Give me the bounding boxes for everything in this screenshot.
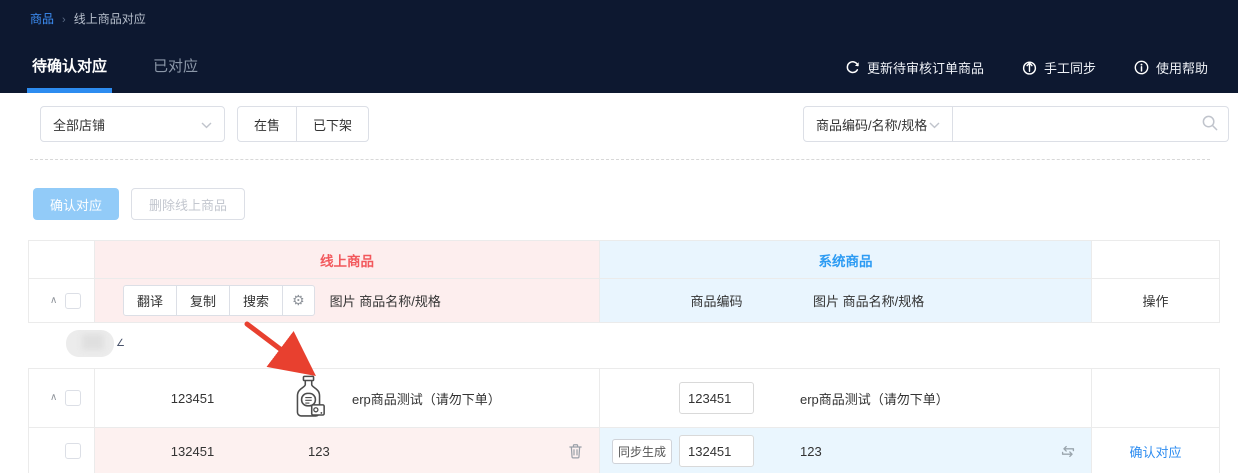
system-image-name-header: 图片 商品名称/规格 bbox=[755, 291, 1091, 310]
online-sub-header: 翻译 复制 搜索 ⚙ 图片 商品名称/规格 bbox=[95, 279, 600, 322]
refresh-pending-orders-button[interactable]: 更新待审核订单商品 bbox=[845, 58, 984, 77]
system-product-name: 123 bbox=[755, 444, 1049, 459]
search-field-value: 商品编码/名称/规格 bbox=[816, 115, 927, 134]
system-product-name: erp商品测试（请勿下单） bbox=[755, 389, 1049, 408]
filter-off-shelf-button[interactable]: 已下架 bbox=[296, 107, 368, 141]
copy-button[interactable]: 复制 bbox=[176, 286, 229, 315]
confirm-mapping-link[interactable]: 确认对应 bbox=[1129, 442, 1181, 461]
gear-icon[interactable]: ⚙ bbox=[282, 286, 314, 315]
help-button[interactable]: 使用帮助 bbox=[1134, 58, 1208, 77]
topbar: 商品 › 线上商品对应 待确认对应 已对应 更新待审核订单商品 手工同步 bbox=[0, 0, 1238, 93]
page: 商品 › 线上商品对应 待确认对应 已对应 更新待审核订单商品 手工同步 bbox=[0, 0, 1238, 473]
row2-select-cell: ∧ bbox=[28, 428, 95, 473]
manual-sync-icon bbox=[1022, 60, 1037, 75]
shop-group-label: ∠ bbox=[66, 329, 125, 357]
filter-on-sale-button[interactable]: 在售 bbox=[238, 107, 296, 141]
group-header-row: 线上商品 系统商品 bbox=[28, 241, 1220, 279]
row1-select-cell: ∧ bbox=[28, 369, 95, 427]
collapse-all-caret[interactable]: ∧ bbox=[50, 296, 57, 306]
group-header-first-cell bbox=[28, 241, 95, 278]
chevron-down-icon bbox=[201, 117, 212, 132]
trash-icon[interactable] bbox=[568, 443, 599, 459]
system-sub-header: 商品编码 图片 商品名称/规格 bbox=[600, 279, 1092, 322]
tab-mapped[interactable]: 已对应 bbox=[151, 55, 200, 93]
info-icon bbox=[1134, 60, 1149, 75]
online-product-name: 123 bbox=[308, 444, 330, 459]
row2-system-section: 同步生成 123 bbox=[600, 428, 1092, 473]
confirm-mapping-button[interactable]: 确认对应 bbox=[33, 188, 119, 220]
online-product-code: 132451 bbox=[95, 444, 290, 459]
table-body: ∧ 123451 bbox=[28, 368, 1220, 473]
search-input[interactable] bbox=[953, 106, 1229, 142]
select-all-cell: ∧ bbox=[28, 279, 95, 322]
online-product-group-header: 线上商品 bbox=[95, 241, 600, 278]
table-row: ∧ 132451 123 同步生成 123 bbox=[28, 428, 1220, 473]
search-box bbox=[953, 106, 1229, 142]
select-all-checkbox[interactable] bbox=[65, 293, 81, 309]
breadcrumb: 商品 › 线上商品对应 bbox=[30, 10, 146, 27]
manual-sync-button[interactable]: 手工同步 bbox=[1022, 58, 1096, 77]
sale-status-filter: 在售 已下架 bbox=[237, 106, 369, 142]
refresh-label: 更新待审核订单商品 bbox=[867, 58, 984, 77]
tab-bar: 待确认对应 已对应 bbox=[30, 55, 242, 93]
system-product-group-header: 系统商品 bbox=[600, 241, 1092, 278]
breadcrumb-current: 线上商品对应 bbox=[74, 12, 146, 26]
topbar-actions: 更新待审核订单商品 手工同步 使用帮助 bbox=[845, 58, 1208, 77]
breadcrumb-separator: › bbox=[62, 14, 66, 26]
help-label: 使用帮助 bbox=[1156, 58, 1208, 77]
tab-pending-mapping[interactable]: 待确认对应 bbox=[30, 55, 109, 93]
system-code-input[interactable] bbox=[679, 382, 754, 414]
search-tool-button[interactable]: 搜索 bbox=[229, 286, 282, 315]
online-product-name: erp商品测试（请勿下单） bbox=[352, 389, 599, 408]
table-header: 线上商品 系统商品 ∧ 翻译 复制 搜索 ⚙ 图片 商品名称/规格 商品编码 bbox=[28, 240, 1220, 323]
sync-generated-tag: 同步生成 bbox=[612, 439, 672, 464]
collapse-row-caret[interactable]: ∧ bbox=[50, 393, 57, 403]
translate-button[interactable]: 翻译 bbox=[124, 286, 176, 315]
online-toolbar: 翻译 复制 搜索 ⚙ bbox=[123, 285, 315, 316]
row1-checkbox[interactable] bbox=[65, 390, 81, 406]
system-code-header: 商品编码 bbox=[678, 291, 755, 310]
sub-header-row: ∧ 翻译 复制 搜索 ⚙ 图片 商品名称/规格 商品编码 图片 商品名称/规格 … bbox=[28, 279, 1220, 323]
row2-checkbox[interactable] bbox=[65, 443, 81, 459]
delete-online-product-button[interactable]: 删除线上商品 bbox=[131, 188, 245, 220]
search-icon[interactable] bbox=[1201, 114, 1219, 137]
online-image-name-header: 图片 商品名称/规格 bbox=[330, 291, 441, 310]
breadcrumb-root[interactable]: 商品 bbox=[30, 12, 54, 26]
group-header-op-cell bbox=[1092, 241, 1220, 278]
row2-op-cell: 确认对应 bbox=[1092, 428, 1220, 473]
shop-select-value: 全部店铺 bbox=[53, 115, 105, 134]
chevron-down-icon bbox=[929, 117, 940, 132]
row1-system-section: erp商品测试（请勿下单） bbox=[600, 369, 1092, 427]
op-column-header: 操作 bbox=[1092, 279, 1220, 322]
search-group: 商品编码/名称/规格 bbox=[803, 106, 1229, 142]
swap-icon[interactable] bbox=[1049, 444, 1091, 459]
manual-sync-label: 手工同步 bbox=[1044, 58, 1096, 77]
blurred-shop-name bbox=[66, 330, 114, 357]
product-image-icon[interactable] bbox=[290, 375, 352, 421]
blurred-text-remnant: ∠ bbox=[116, 338, 125, 349]
shop-select[interactable]: 全部店铺 bbox=[40, 106, 225, 142]
row2-online-section: 132451 123 bbox=[95, 428, 600, 473]
online-product-code: 123451 bbox=[95, 391, 290, 406]
dashed-divider bbox=[30, 159, 1210, 160]
system-code-input[interactable] bbox=[679, 435, 754, 467]
bulk-action-row: 确认对应 删除线上商品 bbox=[33, 188, 245, 220]
row1-op-cell bbox=[1092, 369, 1220, 427]
table-row: ∧ 123451 bbox=[28, 369, 1220, 428]
refresh-icon bbox=[845, 60, 860, 75]
search-field-select[interactable]: 商品编码/名称/规格 bbox=[803, 106, 953, 142]
row1-online-section: 123451 erp商品测试（请勿下单） bbox=[95, 369, 600, 427]
